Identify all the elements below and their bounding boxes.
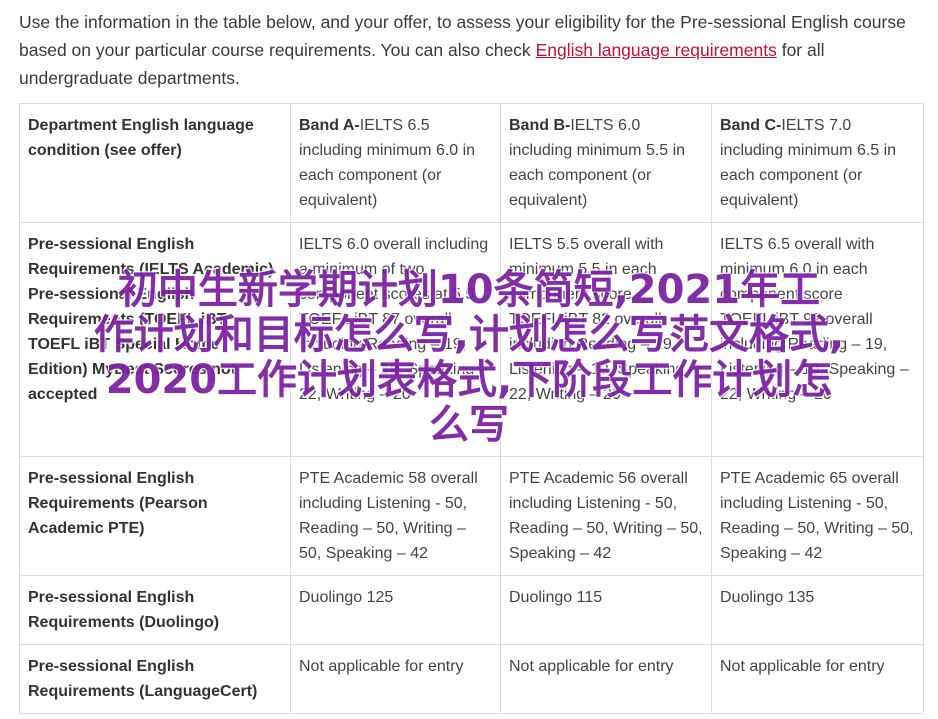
table-cell: PTE Academic 65 overall including Listen… xyxy=(711,456,924,576)
row-label: Pre-sessional English Requirements (Duol… xyxy=(19,575,291,645)
row-label: Department English language condition (s… xyxy=(19,103,291,223)
table-cell: Not applicable for entry xyxy=(711,644,924,714)
table-row: Pre-sessional English Requirements (Pear… xyxy=(19,456,924,576)
table-row: Pre-sessional English Requirements (Duol… xyxy=(19,575,924,645)
table-row: Pre-sessional English Requirements (IELT… xyxy=(19,222,924,457)
table-row: Department English language condition (s… xyxy=(19,103,924,223)
band-label: Band B- xyxy=(509,117,571,134)
cell-text: IELTS 6.5 overall with minimum 6.0 in ea… xyxy=(720,236,909,403)
table-cell: Band B-IELTS 6.0 including minimum 5.5 i… xyxy=(500,103,712,223)
row-label: Pre-sessional English Requirements (Pear… xyxy=(19,456,291,576)
table-cell: Duolingo 115 xyxy=(500,575,712,645)
table-cell: Not applicable for entry xyxy=(500,644,712,714)
table-row: Pre-sessional English Requirements (Lang… xyxy=(19,644,924,714)
table-cell: Not applicable for entry xyxy=(290,644,501,714)
table-cell: Duolingo 125 xyxy=(290,575,501,645)
row-label-text: Pre-sessional English Requirements (IELT… xyxy=(28,236,274,403)
table-cell: PTE Academic 56 overall including Listen… xyxy=(500,456,712,576)
table-cell: IELTS 5.5 overall with minimum 5.5 in ea… xyxy=(500,222,712,457)
cell-text: IELTS 5.5 overall with minimum 5.5 in ea… xyxy=(509,236,698,403)
cell-text: IELTS 6.0 overall including a minimum of… xyxy=(299,236,489,403)
table-cell: Duolingo 135 xyxy=(711,575,924,645)
english-requirements-link[interactable]: English language requirements xyxy=(536,40,777,60)
requirements-table: Department English language condition (s… xyxy=(19,103,924,714)
row-label: Pre-sessional English Requirements (Lang… xyxy=(19,644,291,714)
table-cell: Band C-IELTS 7.0 including minimum 6.5 i… xyxy=(711,103,924,223)
table-cell: IELTS 6.0 overall including a minimum of… xyxy=(290,222,501,457)
band-label: Band A- xyxy=(299,117,360,134)
intro-paragraph: Use the information in the table below, … xyxy=(19,8,924,92)
row-label: Pre-sessional English Requirements (IELT… xyxy=(19,222,291,457)
band-label: Band C- xyxy=(720,117,782,134)
table-cell: IELTS 6.5 overall with minimum 6.0 in ea… xyxy=(711,222,924,457)
table-cell: PTE Academic 58 overall including Listen… xyxy=(290,456,501,576)
table-cell: Band A-IELTS 6.5 including minimum 6.0 i… xyxy=(290,103,501,223)
